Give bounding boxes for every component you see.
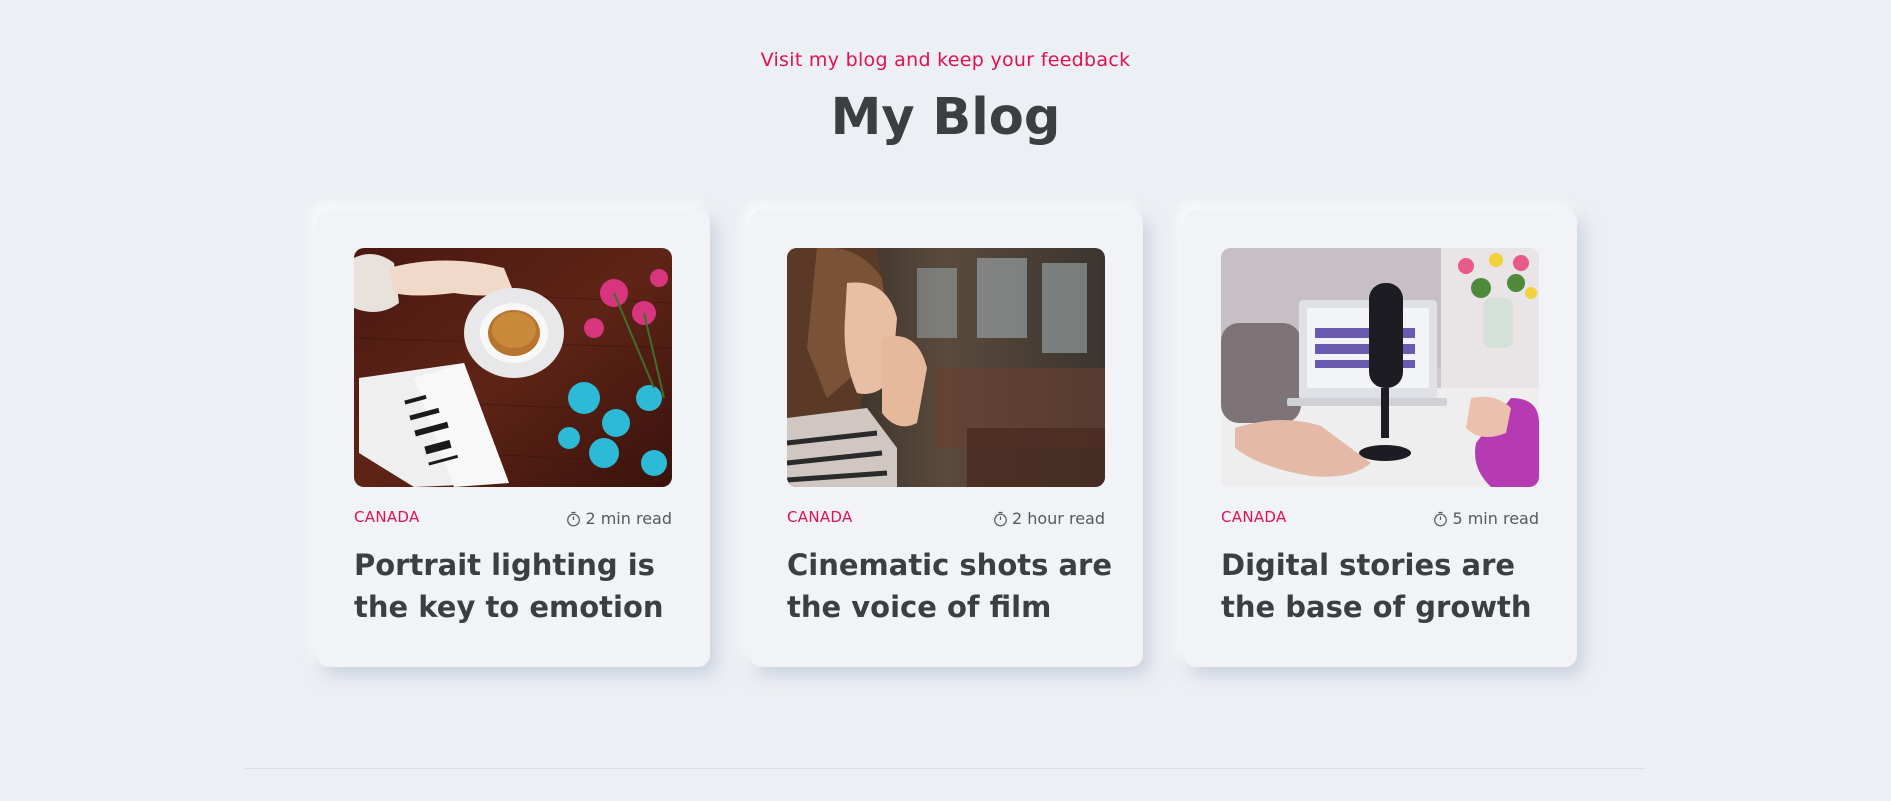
read-time-label: 5 min read — [1452, 509, 1539, 528]
section-eyebrow: Visit my blog and keep your feedback — [760, 49, 1131, 71]
blog-card[interactable]: CANADA 5 min read Digital stories are th… — [1184, 210, 1577, 667]
microphone-laptop-photo — [1221, 248, 1539, 487]
section-title: My Blog — [830, 88, 1061, 147]
read-time: 2 min read — [566, 509, 672, 528]
read-time: 2 hour read — [993, 509, 1105, 528]
section-divider — [245, 768, 1646, 769]
blog-section: Visit my blog and keep your feedback My … — [0, 0, 1891, 801]
blog-card-meta: CANADA 2 min read — [354, 506, 672, 530]
blog-card[interactable]: CANADA 2 hour read Cinematic shots are t… — [750, 210, 1143, 667]
blog-card-title[interactable]: Portrait lighting is the key to emotion — [354, 544, 679, 628]
blog-card-image[interactable] — [787, 248, 1105, 487]
category-tag[interactable]: CANADA — [1221, 508, 1287, 526]
tea-book-flowers-photo — [354, 248, 672, 487]
category-tag[interactable]: CANADA — [787, 508, 853, 526]
category-tag[interactable]: CANADA — [354, 508, 420, 526]
blog-card-image[interactable] — [1221, 248, 1539, 487]
blog-card-meta: CANADA 2 hour read — [787, 506, 1105, 530]
blog-card-meta: CANADA 5 min read — [1221, 506, 1539, 530]
blog-card[interactable]: CANADA 2 min read Portrait lighting is t… — [317, 210, 710, 667]
stopwatch-icon — [567, 511, 581, 526]
blog-card-title[interactable]: Cinematic shots are the voice of film — [787, 544, 1112, 628]
blog-card-title[interactable]: Digital stories are the base of growth — [1221, 544, 1546, 628]
read-time-label: 2 min read — [585, 509, 672, 528]
read-time-label: 2 hour read — [1011, 509, 1105, 528]
stopwatch-icon — [1434, 511, 1448, 526]
woman-praying-photo — [787, 248, 1105, 487]
blog-card-image[interactable] — [354, 248, 672, 487]
read-time: 5 min read — [1433, 509, 1539, 528]
stopwatch-icon — [994, 511, 1007, 526]
